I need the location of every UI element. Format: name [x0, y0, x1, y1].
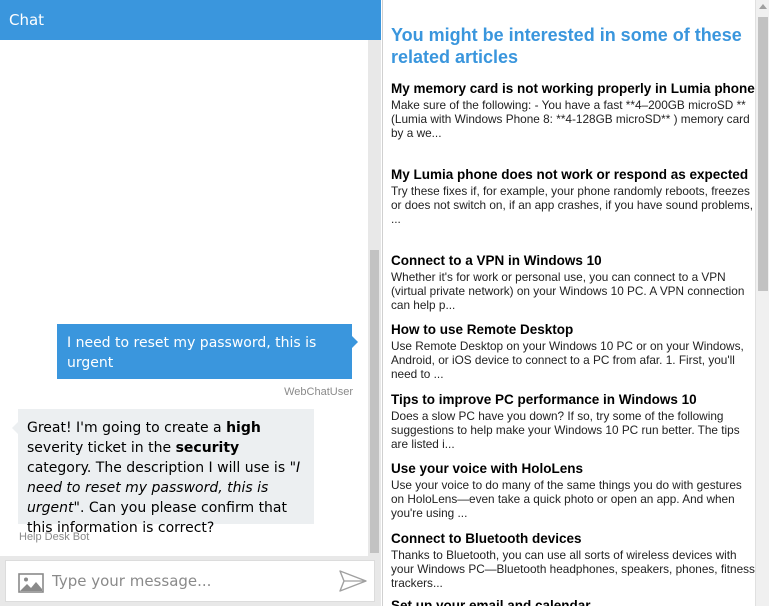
- article-description: Use your voice to do many of the same th…: [391, 478, 742, 520]
- articles-scroll-thumb[interactable]: [758, 17, 768, 291]
- scroll-up-arrow-icon[interactable]: [759, 4, 767, 9]
- bot-text-part: Great! I'm going to create a: [27, 420, 227, 436]
- article-item[interactable]: How to use Remote Desktop Use Remote Des…: [391, 322, 756, 381]
- articles-heading: You might be interested in some of these…: [391, 25, 742, 67]
- user-bubble-tail: [352, 336, 358, 348]
- chat-history[interactable]: I need to reset my password, this is urg…: [0, 40, 368, 556]
- chat-scroll-thumb[interactable]: [370, 250, 379, 553]
- related-articles-pane: You might be interested in some of these…: [382, 0, 769, 606]
- article-item[interactable]: Connect to a VPN in Windows 10 Whether i…: [391, 253, 756, 312]
- article-description: Whether it's for work or personal use, y…: [391, 270, 745, 312]
- article-item[interactable]: Connect to Bluetooth devices Thanks to B…: [391, 531, 756, 590]
- article-item[interactable]: Tips to improve PC performance in Window…: [391, 392, 756, 451]
- image-upload-icon[interactable]: [18, 573, 44, 593]
- chat-input-box: [5, 560, 375, 602]
- article-description: Make sure of the following: - You have a…: [391, 98, 750, 140]
- article-description: Try these fixes if, for example, your ph…: [391, 184, 753, 226]
- chat-input-bar: [0, 556, 381, 606]
- article-title[interactable]: Connect to Bluetooth devices: [391, 531, 756, 547]
- send-icon[interactable]: [339, 570, 367, 592]
- article-description: Does a slow PC have you down? If so, try…: [391, 409, 740, 451]
- article-item[interactable]: My memory card is not working properly i…: [391, 81, 756, 140]
- article-title[interactable]: Set up your email and calendar: [391, 598, 756, 606]
- bot-message-bubble: Great! I'm going to create a high severi…: [18, 409, 314, 536]
- bot-text-part: severity ticket in the: [27, 440, 176, 456]
- article-description: Use Remote Desktop on your Windows 10 PC…: [391, 339, 744, 381]
- bot-text-part: category. The description I will use is: [27, 460, 290, 476]
- user-message-sender: WebChatUser: [284, 386, 353, 398]
- chat-pane: Chat I need to reset my password, this i…: [0, 0, 381, 606]
- article-title[interactable]: Connect to a VPN in Windows 10: [391, 253, 756, 269]
- bot-text-severity: high: [226, 420, 261, 436]
- bot-bubble-tail: [12, 422, 18, 434]
- article-description: Thanks to Bluetooth, you can use all sor…: [391, 548, 755, 590]
- article-item[interactable]: Use your voice with HoloLens Use your vo…: [391, 461, 756, 520]
- article-title[interactable]: My Lumia phone does not work or respond …: [391, 167, 756, 183]
- chat-header-title: Chat: [0, 0, 381, 40]
- articles-scrollbar[interactable]: [755, 0, 769, 606]
- article-title[interactable]: Tips to improve PC performance in Window…: [391, 392, 756, 408]
- bot-message-sender: Help Desk Bot: [19, 531, 90, 543]
- user-message-bubble: I need to reset my password, this is urg…: [57, 324, 352, 379]
- article-title[interactable]: How to use Remote Desktop: [391, 322, 756, 338]
- article-item[interactable]: My Lumia phone does not work or respond …: [391, 167, 756, 226]
- article-item[interactable]: Set up your email and calendar: [391, 598, 756, 606]
- article-title[interactable]: Use your voice with HoloLens: [391, 461, 756, 477]
- message-input[interactable]: [52, 561, 328, 601]
- chat-scrollbar[interactable]: [368, 40, 381, 556]
- article-title[interactable]: My memory card is not working properly i…: [391, 81, 756, 97]
- bot-text-category: security: [175, 440, 240, 456]
